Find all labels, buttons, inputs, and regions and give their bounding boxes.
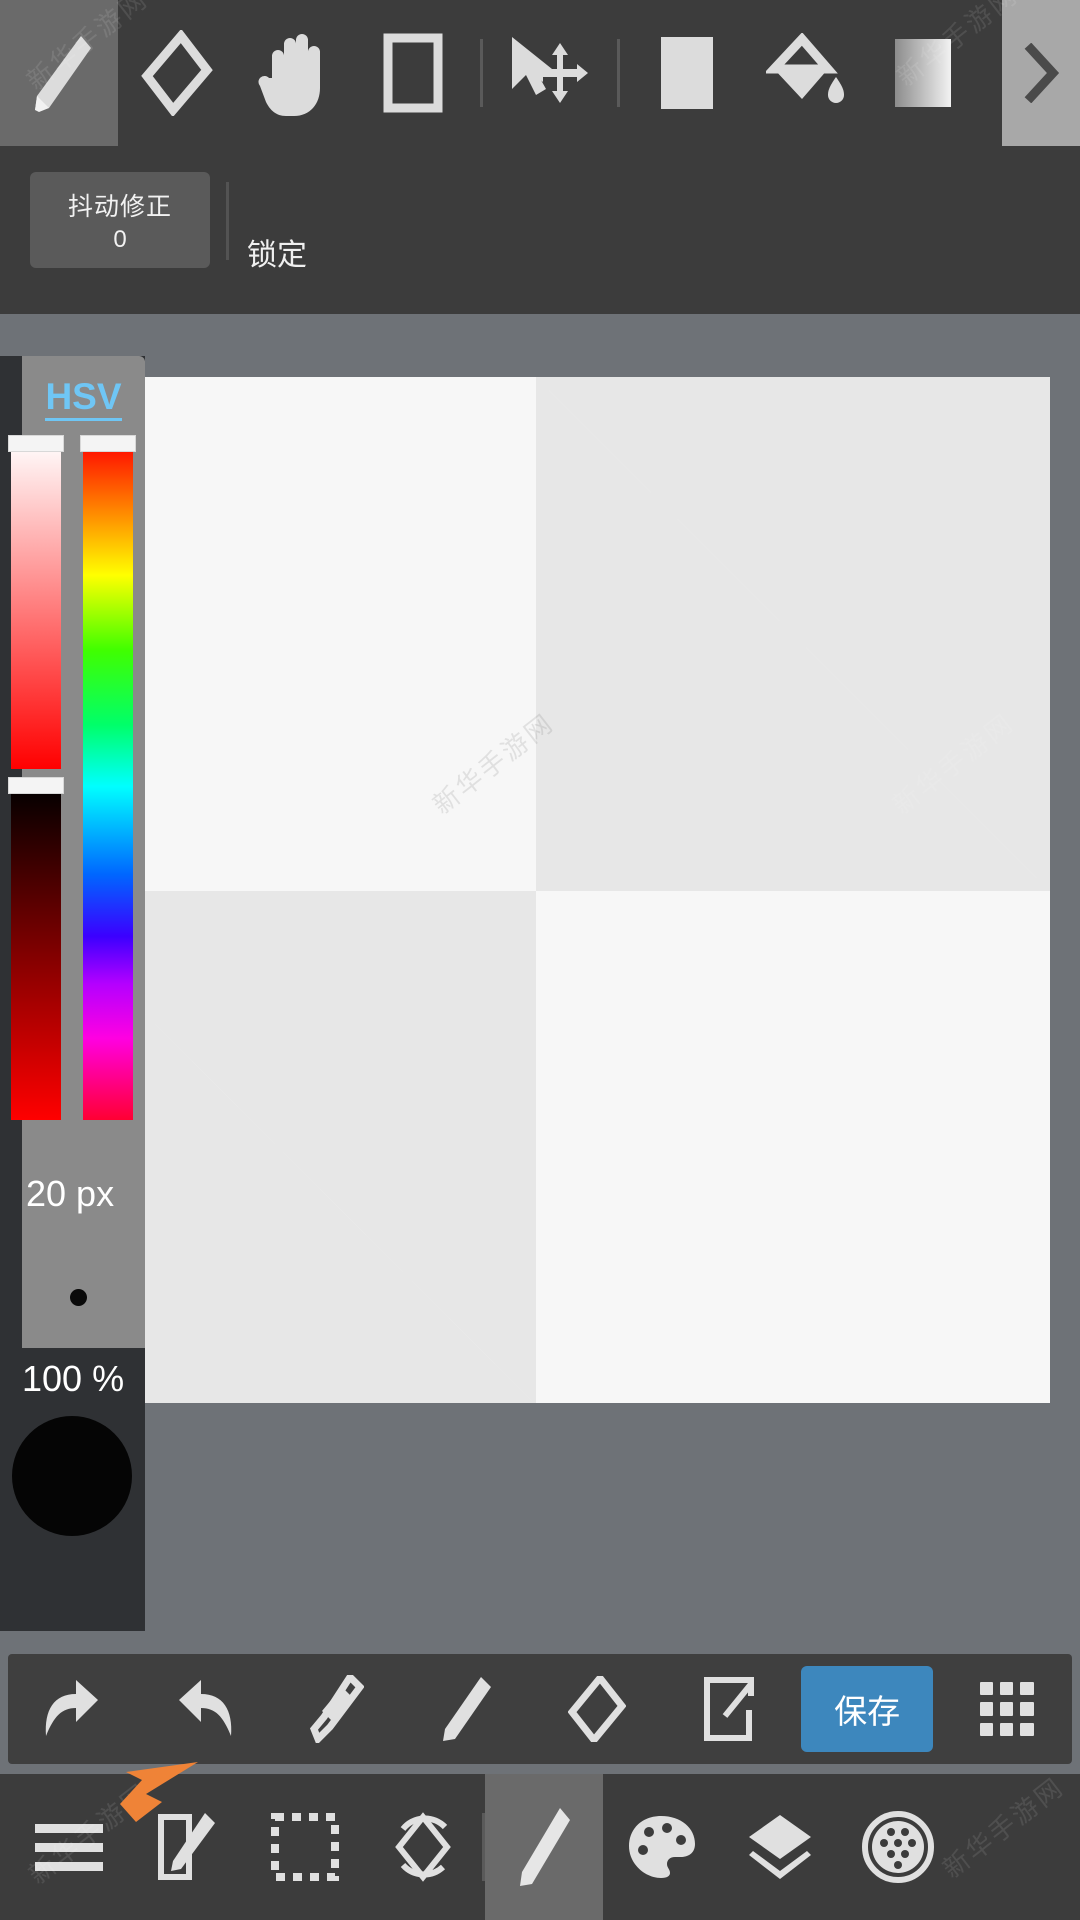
- top-toolbar: 新华手游网 新华手游网: [0, 0, 1080, 146]
- color-sliders: [8, 435, 145, 1165]
- move-select-icon: [508, 33, 592, 113]
- bucket-icon: [766, 33, 844, 113]
- nav-layers[interactable]: [721, 1774, 839, 1920]
- pen-tool[interactable]: [0, 0, 118, 146]
- toolbar-divider-2: [617, 39, 620, 107]
- opacity-label: 100 %: [22, 1358, 125, 1399]
- brush-icon: [516, 1804, 572, 1890]
- gradient-tool[interactable]: [864, 0, 982, 146]
- bucket-fill-tool[interactable]: [746, 0, 864, 146]
- save-button[interactable]: 保存: [801, 1666, 934, 1752]
- brush-size-label: 20 px: [26, 1173, 115, 1214]
- export-button[interactable]: [662, 1654, 793, 1764]
- rectangle-tool[interactable]: [354, 0, 472, 146]
- panel-expand-toggle[interactable]: [1002, 0, 1080, 146]
- nav-material[interactable]: [839, 1774, 957, 1920]
- value-slider[interactable]: [11, 784, 61, 1120]
- undo-icon: [40, 1678, 106, 1740]
- app-root: 新华手游网 新华手游网 抖动修正 0 锁定 off: [0, 0, 1080, 1920]
- move-select-tool[interactable]: [491, 0, 609, 146]
- brush-options-bar: 抖动修正 0 锁定 off: [0, 146, 1080, 390]
- saturation-slider-knob[interactable]: [8, 435, 64, 452]
- canvas-area[interactable]: 新华手游网 新华手游网: [0, 314, 1080, 1652]
- hand-icon: [258, 30, 332, 116]
- save-button-label: 保存: [834, 1693, 901, 1730]
- jitter-correction-label: 抖动修正: [67, 192, 172, 221]
- action-bar: 保存: [8, 1654, 1072, 1764]
- nav-palette[interactable]: [603, 1774, 721, 1920]
- nav-menu[interactable]: [10, 1774, 128, 1920]
- options-divider: [226, 182, 229, 260]
- grid-menu-icon: [979, 1682, 1034, 1736]
- jitter-correction-value: 0: [113, 225, 127, 253]
- more-tools-button[interactable]: [941, 1654, 1072, 1764]
- chevron-right-icon: [1019, 43, 1063, 103]
- marquee-selection-icon: [271, 1813, 339, 1881]
- opacity-control[interactable]: 100 %: [0, 1348, 145, 1631]
- hand-tool[interactable]: [236, 0, 354, 146]
- brush-size-control[interactable]: 20 px: [22, 1165, 145, 1348]
- jitter-correction-button[interactable]: 抖动修正 0: [30, 172, 210, 268]
- hamburger-menu-icon: [33, 1820, 105, 1874]
- rotate-transform-icon: [391, 1809, 455, 1885]
- lock-section-label: 锁定: [247, 239, 307, 272]
- fill-rect-tool[interactable]: [628, 0, 746, 146]
- hsv-mode-tab[interactable]: HSV: [22, 356, 145, 443]
- saturation-slider[interactable]: [11, 439, 61, 769]
- palette-icon: [627, 1812, 697, 1882]
- brush-size-preview: [70, 1289, 87, 1306]
- color-panel: HSV 20 px 100 %: [0, 356, 145, 1631]
- current-color-swatch[interactable]: [12, 1416, 132, 1536]
- eraser-button[interactable]: [531, 1654, 662, 1764]
- save-button-wrap: 保存: [793, 1654, 941, 1764]
- canvas-sheet[interactable]: [22, 377, 1050, 1403]
- eraser-icon: [141, 30, 213, 116]
- pencil-button[interactable]: [401, 1654, 532, 1764]
- eyedropper-button[interactable]: [270, 1654, 401, 1764]
- nav-selection[interactable]: [246, 1774, 364, 1920]
- hsv-mode-label: HSV: [45, 377, 122, 421]
- value-slider-knob[interactable]: [8, 777, 64, 794]
- undo-button[interactable]: [8, 1654, 139, 1764]
- pen-icon: [23, 30, 95, 116]
- pencil-icon: [439, 1675, 493, 1743]
- hue-slider[interactable]: [83, 439, 133, 1120]
- filled-rectangle-icon: [659, 35, 715, 111]
- redo-icon: [171, 1678, 237, 1740]
- material-texture-icon: [861, 1810, 935, 1884]
- eraser-tool[interactable]: [118, 0, 236, 146]
- eyedropper-icon: [306, 1675, 365, 1743]
- gradient-icon: [893, 37, 953, 109]
- rectangle-icon: [383, 33, 443, 113]
- redo-button[interactable]: [139, 1654, 270, 1764]
- layers-icon: [745, 1811, 815, 1883]
- pointer-arrow-icon: [112, 1760, 202, 1840]
- hue-slider-knob[interactable]: [80, 435, 136, 452]
- toolbar-divider-1: [480, 39, 483, 107]
- eraser-icon: [567, 1676, 626, 1742]
- export-icon: [701, 1676, 755, 1742]
- nav-transform[interactable]: [364, 1774, 482, 1920]
- nav-brush[interactable]: [485, 1774, 603, 1920]
